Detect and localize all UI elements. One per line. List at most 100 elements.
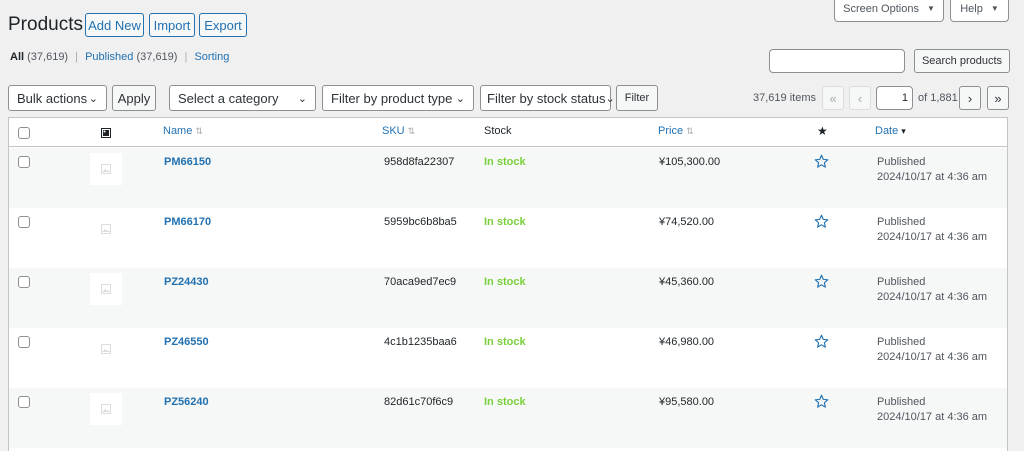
product-sku: 70aca9ed7ec9	[384, 276, 457, 288]
table-row: PZ46550 4c1b1235baa6 In stock ¥46,980.00…	[9, 328, 1007, 388]
current-page-input[interactable]: 1	[876, 86, 913, 110]
export-button[interactable]: Export	[199, 13, 247, 37]
image-placeholder-icon	[101, 284, 111, 294]
filter-all-count: (37,619)	[27, 51, 69, 63]
row-checkbox[interactable]	[18, 396, 30, 408]
star-filled-icon: ★	[817, 124, 828, 138]
star-outline-icon[interactable]	[814, 394, 829, 412]
sort-icon: ⇅	[407, 126, 416, 136]
chevron-down-icon: ⌄	[605, 92, 615, 105]
table-row: PM66150 958d8fa22307 In stock ¥105,300.0…	[9, 148, 1007, 208]
separator: |	[75, 51, 79, 63]
add-new-button[interactable]: Add New	[85, 13, 144, 37]
search-products-button[interactable]: Search products	[914, 49, 1010, 73]
stock-status: In stock	[484, 216, 526, 228]
product-name-link[interactable]: PZ56240	[164, 396, 209, 408]
separator: |	[184, 51, 188, 63]
bulk-actions-value: Bulk actions	[17, 90, 88, 106]
screen-options-label: Screen Options	[843, 2, 919, 15]
star-outline-icon[interactable]	[814, 274, 829, 292]
product-thumbnail[interactable]	[90, 393, 122, 425]
publish-date: 2024/10/17 at 4:36 am	[877, 411, 988, 423]
publish-status: Published	[877, 156, 926, 168]
publish-date: 2024/10/17 at 4:36 am	[877, 171, 988, 183]
stock-status: In stock	[484, 276, 526, 288]
chevron-down-icon: ⌄	[88, 92, 98, 105]
select-all-checkbox[interactable]	[18, 127, 30, 139]
product-date: Published 2024/10/17 at 4:36 am	[877, 335, 987, 365]
publish-date: 2024/10/17 at 4:36 am	[877, 291, 988, 303]
product-price: ¥46,980.00	[659, 336, 715, 348]
column-date[interactable]: Date ▾	[875, 125, 906, 137]
publish-status: Published	[877, 276, 926, 288]
column-name[interactable]: Name ⇅	[163, 125, 203, 137]
filter-button[interactable]: Filter	[616, 85, 658, 111]
row-checkbox[interactable]	[18, 156, 30, 168]
publish-status: Published	[877, 396, 926, 408]
publish-date: 2024/10/17 at 4:36 am	[877, 351, 988, 363]
column-name-label: Name	[163, 125, 193, 137]
next-page-button[interactable]: ›	[959, 86, 981, 110]
status-filter-links: All (37,619) | Published (37,619) | Sort…	[10, 51, 229, 63]
publish-status: Published	[877, 216, 926, 228]
star-outline-icon[interactable]	[814, 154, 829, 172]
prev-page-button[interactable]: ‹	[849, 86, 871, 110]
stock-status-select[interactable]: Filter by stock status ⌄	[480, 85, 615, 111]
last-page-button[interactable]: »	[987, 86, 1009, 110]
product-name-link[interactable]: PM66170	[164, 216, 211, 228]
help-tab[interactable]: Help ▼	[950, 0, 1009, 22]
product-price: ¥95,580.00	[659, 396, 715, 408]
search-input[interactable]	[769, 49, 905, 73]
page-title: Products	[8, 14, 83, 35]
table-row: PM66170 5959bc6b8ba5 In stock ¥74,520.00…	[9, 208, 1007, 268]
publish-date: 2024/10/17 at 4:36 am	[877, 231, 988, 243]
sort-icon: ⇅	[195, 126, 203, 136]
star-outline-icon[interactable]	[814, 214, 829, 232]
table-row: PZ56240 82d61c70f6c9 In stock ¥95,580.00…	[9, 388, 1007, 448]
chevron-down-icon: ⌄	[297, 92, 307, 105]
column-price[interactable]: Price ⇅	[658, 125, 694, 137]
stock-status: In stock	[484, 396, 526, 408]
filter-all-link[interactable]: All	[10, 51, 24, 63]
product-sku: 5959bc6b8ba5	[384, 216, 457, 228]
star-outline-icon[interactable]	[814, 334, 829, 352]
help-label: Help	[960, 2, 983, 15]
stock-status: In stock	[484, 336, 526, 348]
product-thumbnail[interactable]	[90, 153, 122, 185]
column-date-label: Date	[875, 125, 899, 137]
product-thumbnail[interactable]	[90, 333, 122, 365]
screen-options-tab[interactable]: Screen Options ▼	[834, 0, 944, 22]
product-name-link[interactable]: PZ24430	[164, 276, 209, 288]
product-name-link[interactable]: PM66150	[164, 156, 211, 168]
import-button[interactable]: Import	[149, 13, 195, 37]
filter-published-link[interactable]: Published	[85, 51, 133, 63]
product-thumbnail[interactable]	[90, 213, 122, 245]
sorting-link[interactable]: Sorting	[194, 51, 229, 63]
bulk-actions-select[interactable]: Bulk actions ⌄	[8, 85, 107, 111]
product-sku: 4c1b1235baa6	[384, 336, 457, 348]
product-type-select[interactable]: Filter by product type ⌄	[322, 85, 474, 111]
apply-button[interactable]: Apply	[112, 85, 156, 111]
products-table: Name ⇅ SKU ⇅ Stock Price ⇅ ★ Date ▾ PM66150 …	[8, 117, 1008, 451]
help-arrow-icon: ▼	[990, 4, 999, 13]
column-price-label: Price	[658, 125, 684, 137]
stock-status: In stock	[484, 156, 526, 168]
product-name-link[interactable]: PZ46550	[164, 336, 209, 348]
column-sku[interactable]: SKU ⇅	[382, 125, 415, 137]
image-placeholder-icon	[101, 164, 111, 174]
table-header: Name ⇅ SKU ⇅ Stock Price ⇅ ★ Date ▾	[9, 118, 1007, 147]
product-type-value: Filter by product type	[331, 90, 453, 106]
row-checkbox[interactable]	[18, 216, 30, 228]
total-pages: of 1,881	[918, 92, 958, 104]
product-sku: 958d8fa22307	[384, 156, 455, 168]
product-thumbnail[interactable]	[90, 273, 122, 305]
chevron-down-icon: ⌄	[455, 92, 465, 105]
stock-status-value: Filter by stock status	[487, 90, 606, 106]
row-checkbox[interactable]	[18, 336, 30, 348]
filter-published-count: (37,619)	[136, 51, 178, 63]
row-checkbox[interactable]	[18, 276, 30, 288]
image-placeholder-icon	[101, 404, 111, 414]
product-price: ¥105,300.00	[659, 156, 721, 168]
first-page-button[interactable]: «	[822, 86, 844, 110]
category-select[interactable]: Select a category ⌄	[169, 85, 316, 111]
